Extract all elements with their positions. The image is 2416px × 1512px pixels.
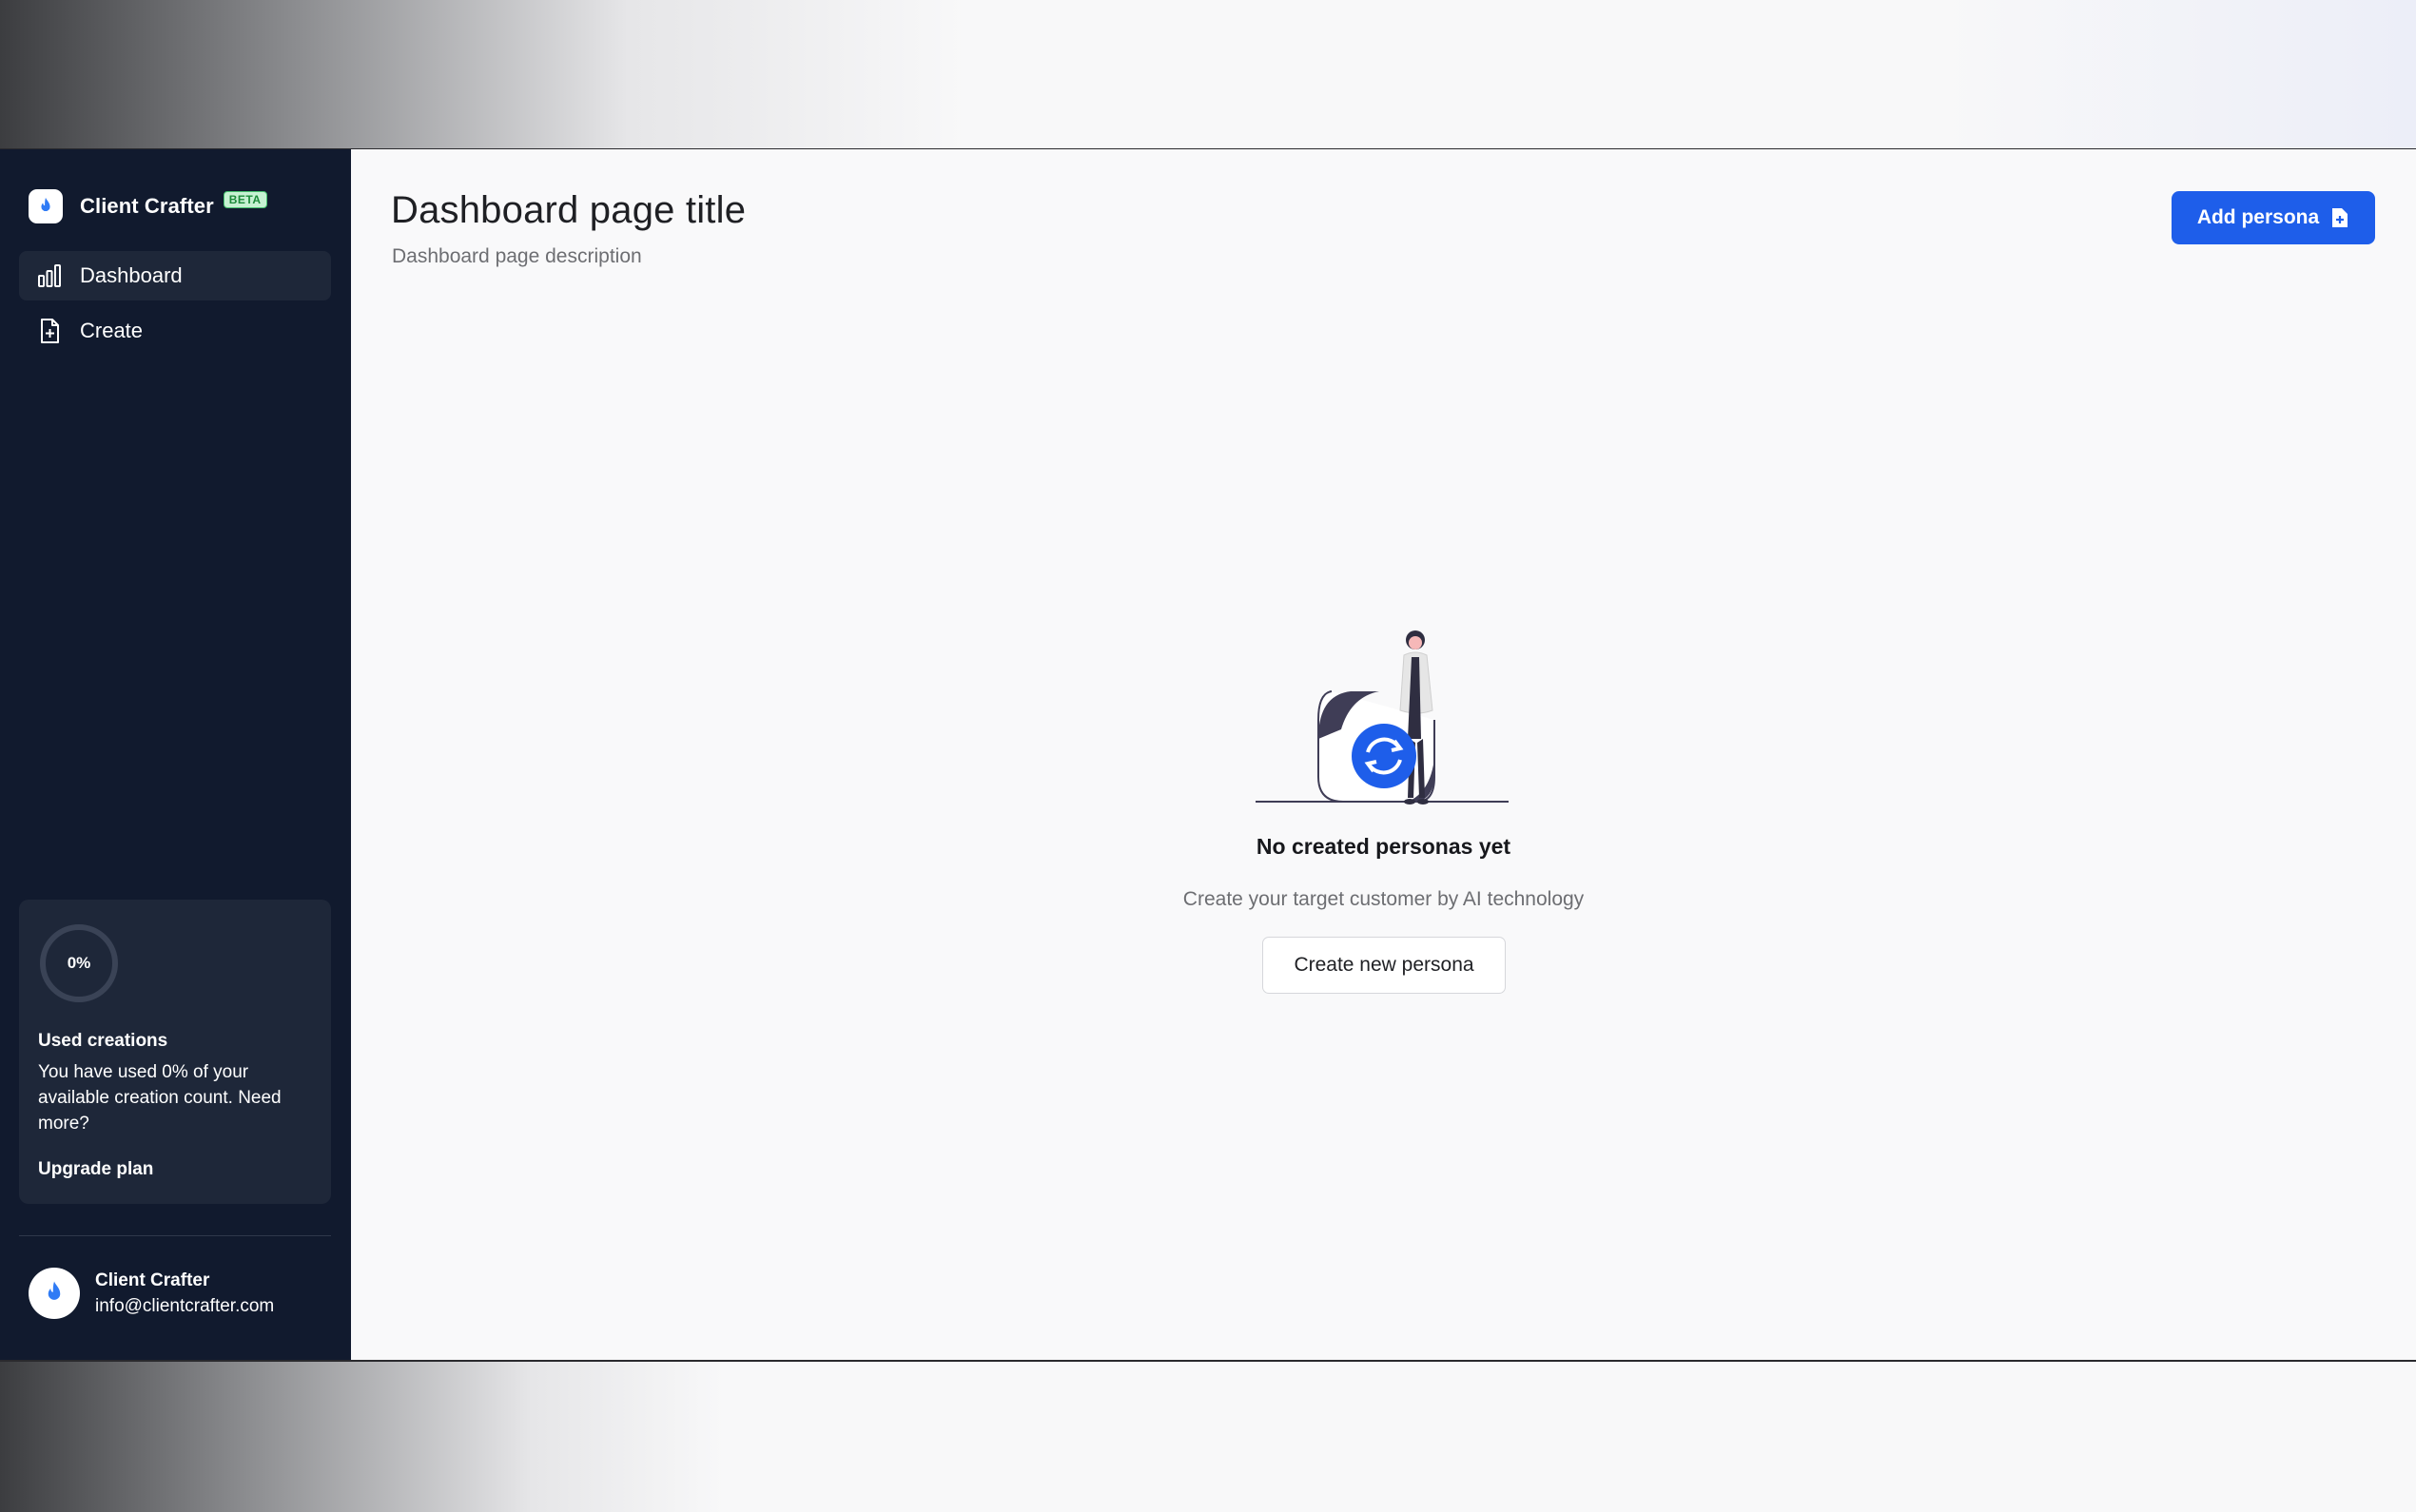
usage-title: Used creations [38, 1031, 168, 1051]
brand-name: Client Crafter [80, 194, 214, 218]
user-email: info@clientcrafter.com [95, 1296, 275, 1316]
empty-state-subtitle: Create your target customer by AI techno… [1182, 888, 1585, 910]
beta-badge: BETA [223, 191, 267, 208]
brand[interactable]: Client Crafter BETA [29, 189, 267, 223]
bar-chart-icon [36, 262, 63, 289]
usage-progress-ring: 0% [38, 922, 120, 1004]
flame-logo-icon [48, 1281, 61, 1300]
usage-text: You have used 0% of your available creat… [38, 1062, 282, 1134]
bottom-backdrop [0, 1360, 2416, 1512]
main-content: Dashboard page title Dashboard page desc… [351, 149, 2416, 1360]
sidebar-item-label: Dashboard [80, 263, 183, 287]
app-window: Client Crafter BETA Dashboard Create 0% … [0, 149, 2416, 1360]
top-backdrop [0, 0, 2416, 150]
user-profile[interactable]: Client Crafter info@clientcrafter.com [29, 1268, 274, 1319]
empty-state-illustration [1256, 630, 1509, 804]
sidebar-item-create[interactable]: Create [19, 306, 331, 356]
upgrade-plan-link[interactable]: Upgrade plan [38, 1159, 153, 1180]
flame-logo-icon [29, 189, 63, 223]
empty-state-title: No created personas yet [1256, 834, 1511, 859]
file-plus-icon [36, 318, 63, 344]
avatar [29, 1268, 80, 1319]
empty-state: No created personas yet Create your targ… [351, 149, 2416, 1360]
sidebar: Client Crafter BETA Dashboard Create 0% … [0, 149, 351, 1360]
create-new-persona-button[interactable]: Create new persona [1262, 937, 1506, 994]
sidebar-divider [19, 1235, 331, 1236]
usage-percent: 0% [67, 954, 91, 972]
sidebar-item-label: Create [80, 319, 144, 342]
usage-card: 0% Used creations You have used 0% of yo… [19, 900, 331, 1204]
sidebar-item-dashboard[interactable]: Dashboard [19, 251, 331, 300]
user-name: Client Crafter [95, 1270, 210, 1290]
